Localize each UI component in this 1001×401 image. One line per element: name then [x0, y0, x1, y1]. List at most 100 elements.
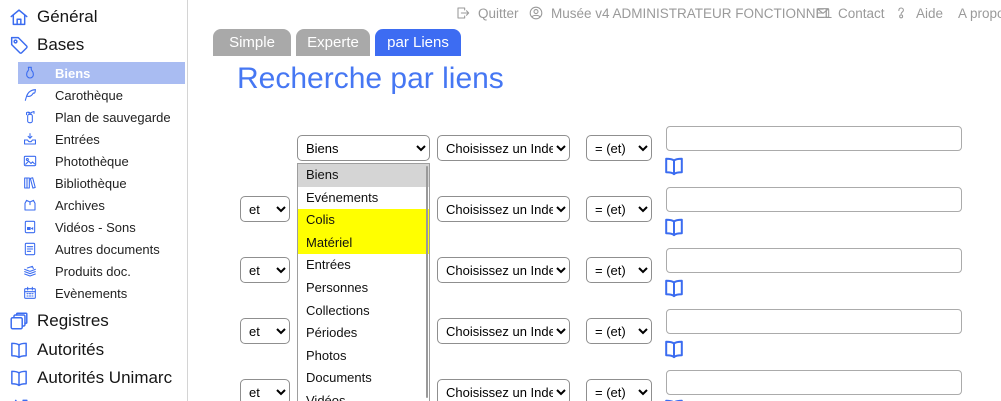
operator-select[interactable]: et — [240, 257, 290, 283]
vase-icon — [22, 65, 38, 81]
sidebar-item-registres[interactable]: Registres — [8, 309, 109, 333]
sidebar-item-evenements[interactable]: Evènements — [18, 282, 185, 304]
thesaurus-icon — [8, 394, 30, 401]
dropdown-option[interactable]: Entrées — [298, 254, 429, 277]
index-select[interactable]: Choisissez un Index.. — [437, 257, 570, 283]
extinguisher-icon — [22, 109, 38, 125]
lexicon-book-icon[interactable] — [662, 215, 686, 239]
dropdown-option[interactable]: Biens — [298, 164, 429, 187]
sidebar-item-entrees[interactable]: Entrées — [18, 128, 185, 150]
operator-select[interactable]: et — [240, 379, 290, 401]
operator-select[interactable]: et — [240, 318, 290, 344]
dropdown-option[interactable]: Vidéos — [298, 390, 429, 401]
sidebar-item-partial[interactable] — [8, 394, 30, 401]
tab-simple[interactable]: Simple — [213, 29, 291, 56]
tag-icon — [8, 34, 30, 56]
comparator-select[interactable]: = (et) — [586, 135, 652, 161]
sidebar-item-general[interactable]: Général — [8, 5, 97, 29]
envelope-icon — [815, 5, 831, 21]
sidebar-item-label: Entrées — [55, 132, 100, 147]
open-book-icon — [8, 367, 30, 389]
sidebar-item-label: Evènements — [55, 286, 127, 301]
tab-label: Simple — [229, 34, 275, 51]
aide-label: Aide — [916, 6, 943, 21]
video-file-icon — [22, 219, 38, 235]
sidebar-item-biens[interactable]: Biens — [18, 62, 185, 84]
search-value-input[interactable] — [666, 309, 962, 334]
tab-par-liens[interactable]: par Liens — [375, 29, 461, 56]
lexicon-book-icon[interactable] — [662, 396, 686, 401]
quitter-button[interactable]: Quitter — [455, 4, 519, 22]
comparator-select[interactable]: = (et) — [586, 257, 652, 283]
index-select[interactable]: Choisissez un Index.. — [437, 135, 570, 161]
question-icon — [893, 5, 909, 21]
dropdown-option[interactable]: Documents — [298, 367, 429, 390]
comparator-select[interactable]: = (et) — [586, 379, 652, 401]
index-select[interactable]: Choisissez un Index.. — [437, 196, 570, 222]
lexicon-book-icon[interactable] — [662, 154, 686, 178]
dropdown-option[interactable]: Colis — [298, 209, 429, 232]
quitter-label: Quitter — [478, 6, 519, 21]
comparator-select[interactable]: = (et) — [586, 196, 652, 222]
dropdown-scrollbar[interactable] — [426, 166, 428, 398]
search-value-input[interactable] — [666, 126, 962, 151]
sidebar-item-bases[interactable]: Bases — [8, 33, 84, 57]
tab-experte[interactable]: Experte — [296, 29, 370, 56]
sidebar-item-label: Plan de sauvegarde — [55, 110, 171, 125]
sidebar-item-label: Autorités Unimarc — [37, 368, 172, 388]
sidebar-item-bibliotheque[interactable]: Bibliothèque — [18, 172, 185, 194]
comparator-select[interactable]: = (et) — [586, 318, 652, 344]
tab-label: Experte — [307, 34, 359, 51]
sidebar-item-label: Produits doc. — [55, 264, 131, 279]
sidebar-item-produits-doc[interactable]: Produits doc. — [18, 260, 185, 282]
sidebar-item-archives[interactable]: Archives — [18, 194, 185, 216]
sidebar-item-label: Carothèque — [55, 88, 123, 103]
user-menu[interactable]: Musée v4 ADMINISTRATEUR FONCTIONNEL — [528, 4, 832, 22]
apropos-button[interactable]: A propos — [958, 4, 1001, 22]
document-icon — [22, 241, 38, 257]
sidebar-item-label: Registres — [37, 311, 109, 331]
sidebar-item-plan-sauvegarde[interactable]: Plan de sauvegarde — [18, 106, 185, 128]
dropdown-option[interactable]: Matériel — [298, 232, 429, 255]
apropos-label: A propos — [958, 6, 1001, 21]
sidebar-item-autorites-unimarc[interactable]: Autorités Unimarc — [8, 366, 172, 390]
dropdown-option[interactable]: Evénements — [298, 187, 429, 210]
layers-icon — [8, 310, 30, 332]
dropdown-option[interactable]: Périodes — [298, 322, 429, 345]
sidebar-item-label: Général — [37, 7, 97, 27]
dropdown-option[interactable]: Personnes — [298, 277, 429, 300]
photo-icon — [22, 153, 38, 169]
sidebar-item-autres-documents[interactable]: Autres documents — [18, 238, 185, 260]
index-select[interactable]: Choisissez un Index.. — [437, 379, 570, 401]
index-select[interactable]: Choisissez un Index.. — [437, 318, 570, 344]
sidebar-item-label: Bases — [37, 35, 84, 55]
sidebar-item-videos-sons[interactable]: Vidéos - Sons — [18, 216, 185, 238]
sidebar-item-label: Bibliothèque — [55, 176, 127, 191]
lexicon-book-icon[interactable] — [662, 276, 686, 300]
user-circle-icon — [528, 5, 544, 21]
app-window: Général Bases Biens Carothèque Plan de s… — [0, 0, 1001, 401]
operator-select[interactable]: et — [240, 196, 290, 222]
books-icon — [22, 175, 38, 191]
calendar-icon — [22, 285, 38, 301]
sidebar-item-label: Autorités — [37, 340, 104, 360]
sidebar-item-phototheque[interactable]: Photothèque — [18, 150, 185, 172]
papers-icon — [22, 263, 38, 279]
search-value-input[interactable] — [666, 187, 962, 212]
sidebar-item-label: Archives — [55, 198, 105, 213]
lexicon-book-icon[interactable] — [662, 337, 686, 361]
contact-label: Contact — [838, 6, 885, 21]
sidebar-item-carotheque[interactable]: Carothèque — [18, 84, 185, 106]
sidebar-item-autorites[interactable]: Autorités — [8, 338, 104, 362]
aide-button[interactable]: Aide — [893, 4, 943, 22]
page-title: Recherche par liens — [237, 62, 504, 96]
search-value-input[interactable] — [666, 248, 962, 273]
dropdown-option[interactable]: Photos — [298, 345, 429, 368]
base-select[interactable]: Biens — [297, 135, 430, 161]
sidebar-item-label: Autres documents — [55, 242, 160, 257]
sidebar-item-label: Photothèque — [55, 154, 129, 169]
dropdown-option[interactable]: Collections — [298, 300, 429, 323]
contact-button[interactable]: Contact — [815, 4, 885, 22]
tab-label: par Liens — [387, 34, 449, 51]
search-value-input[interactable] — [666, 370, 962, 395]
